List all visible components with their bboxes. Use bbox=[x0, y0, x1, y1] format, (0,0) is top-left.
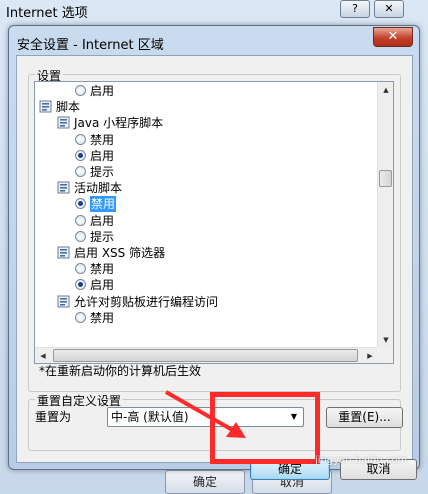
scroll-right-arrow-icon[interactable]: ▶ bbox=[362, 348, 378, 363]
horizontal-scroll-thumb[interactable] bbox=[53, 349, 358, 362]
scroll-down-arrow-icon[interactable]: ▼ bbox=[378, 332, 393, 348]
tree-row-label: 禁用 bbox=[90, 196, 117, 213]
radio-checked-icon[interactable] bbox=[75, 279, 86, 291]
radio-checked-icon[interactable] bbox=[75, 149, 86, 161]
parent-window-title: Internet 选项 bbox=[6, 6, 88, 21]
settings-option-row[interactable]: 禁用 bbox=[75, 196, 117, 213]
parent-close-button[interactable]: ✕ bbox=[374, 0, 404, 18]
radio-unchecked-icon[interactable] bbox=[75, 214, 86, 226]
tree-row-label: 启用 bbox=[90, 213, 115, 228]
vertical-scroll-thumb[interactable] bbox=[379, 170, 392, 187]
settings-option-row[interactable]: 禁用 bbox=[75, 310, 114, 326]
tree-row-label: 允许对剪贴板进行编程访问 bbox=[74, 294, 219, 309]
settings-category-icon bbox=[57, 116, 70, 129]
tree-row-label: 启用 XSS 筛选器 bbox=[74, 246, 166, 260]
reset-button[interactable]: 重置(E)... bbox=[326, 407, 403, 428]
tree-row-label: 提示 bbox=[90, 229, 115, 244]
settings-category-icon bbox=[57, 246, 70, 259]
settings-group-row[interactable]: 活动脚本 bbox=[57, 180, 122, 196]
radio-unchecked-icon[interactable] bbox=[75, 263, 86, 275]
parent-ok-button[interactable]: 确定 bbox=[165, 470, 245, 494]
settings-option-row[interactable]: 提示 bbox=[75, 164, 114, 180]
settings-category-icon bbox=[57, 181, 70, 194]
dialog-title: 安全设置 - Internet 区域 bbox=[17, 38, 164, 53]
tree-row-label: 启用 bbox=[90, 148, 115, 163]
radio-unchecked-icon[interactable] bbox=[75, 166, 86, 177]
settings-group-row[interactable]: Java 小程序脚本 bbox=[57, 115, 163, 131]
vertical-scrollbar[interactable]: ▲ ▼ bbox=[377, 82, 393, 348]
tree-row-label: 启用 bbox=[90, 84, 115, 98]
settings-category-icon bbox=[39, 100, 52, 113]
settings-option-row[interactable]: 启用 bbox=[75, 277, 114, 293]
settings-option-row[interactable]: 启用 bbox=[75, 213, 114, 229]
settings-option-row[interactable]: 启用 bbox=[75, 148, 114, 164]
settings-category-icon bbox=[57, 295, 70, 308]
settings-group-row[interactable]: 脚本 bbox=[39, 99, 80, 115]
tree-row-label: 提示 bbox=[90, 165, 115, 179]
horizontal-scrollbar[interactable]: ◀ ▶ bbox=[35, 347, 378, 363]
settings-tree-content: 启用 脚本 Java 小程序脚本 禁用 启用 提示 活动脚本 禁用 启用 提示 启用 XSS 筛选器… bbox=[35, 82, 378, 348]
scrollbar-corner bbox=[377, 347, 393, 363]
reset-level-value: 中-高 (默认值) bbox=[111, 410, 189, 424]
tree-row-label: 禁用 bbox=[90, 310, 115, 325]
radio-checked-icon[interactable] bbox=[75, 198, 86, 210]
watermark: jingyan.baidu.com bbox=[315, 455, 408, 466]
radio-unchecked-icon[interactable] bbox=[75, 230, 86, 242]
settings-option-row[interactable]: 禁用 bbox=[75, 261, 114, 277]
radio-unchecked-icon[interactable] bbox=[75, 311, 86, 323]
settings-tree[interactable]: 启用 脚本 Java 小程序脚本 禁用 启用 提示 活动脚本 禁用 启用 提示 启用 XSS 筛选器… bbox=[34, 81, 394, 364]
tree-row-label: 启用 bbox=[90, 278, 115, 293]
settings-group-row[interactable]: 允许对剪贴板进行编程访问 bbox=[57, 294, 218, 310]
tree-row-label: 活动脚本 bbox=[74, 181, 123, 196]
tree-row-label: Java 小程序脚本 bbox=[74, 116, 164, 131]
tree-row-label: 脚本 bbox=[56, 100, 81, 115]
settings-group-row[interactable]: 启用 XSS 筛选器 bbox=[57, 245, 165, 261]
radio-unchecked-icon[interactable] bbox=[75, 133, 86, 145]
restart-note: *在重新启动你的计算机后生效 bbox=[39, 364, 202, 378]
settings-option-row[interactable]: 禁用 bbox=[75, 132, 114, 148]
annotation-highlight-box bbox=[210, 392, 320, 464]
dialog-close-button[interactable]: ✕ bbox=[373, 27, 413, 47]
tree-row-label: 禁用 bbox=[90, 132, 115, 147]
reset-to-label: 重置为 bbox=[35, 410, 72, 424]
parent-help-button[interactable]: ? bbox=[340, 0, 370, 18]
scroll-up-arrow-icon[interactable]: ▲ bbox=[378, 82, 393, 98]
tree-row-label: 禁用 bbox=[90, 262, 115, 277]
radio-unchecked-icon[interactable] bbox=[75, 85, 86, 96]
settings-option-row[interactable]: 启用 bbox=[75, 83, 114, 99]
settings-option-row[interactable]: 提示 bbox=[75, 229, 114, 245]
